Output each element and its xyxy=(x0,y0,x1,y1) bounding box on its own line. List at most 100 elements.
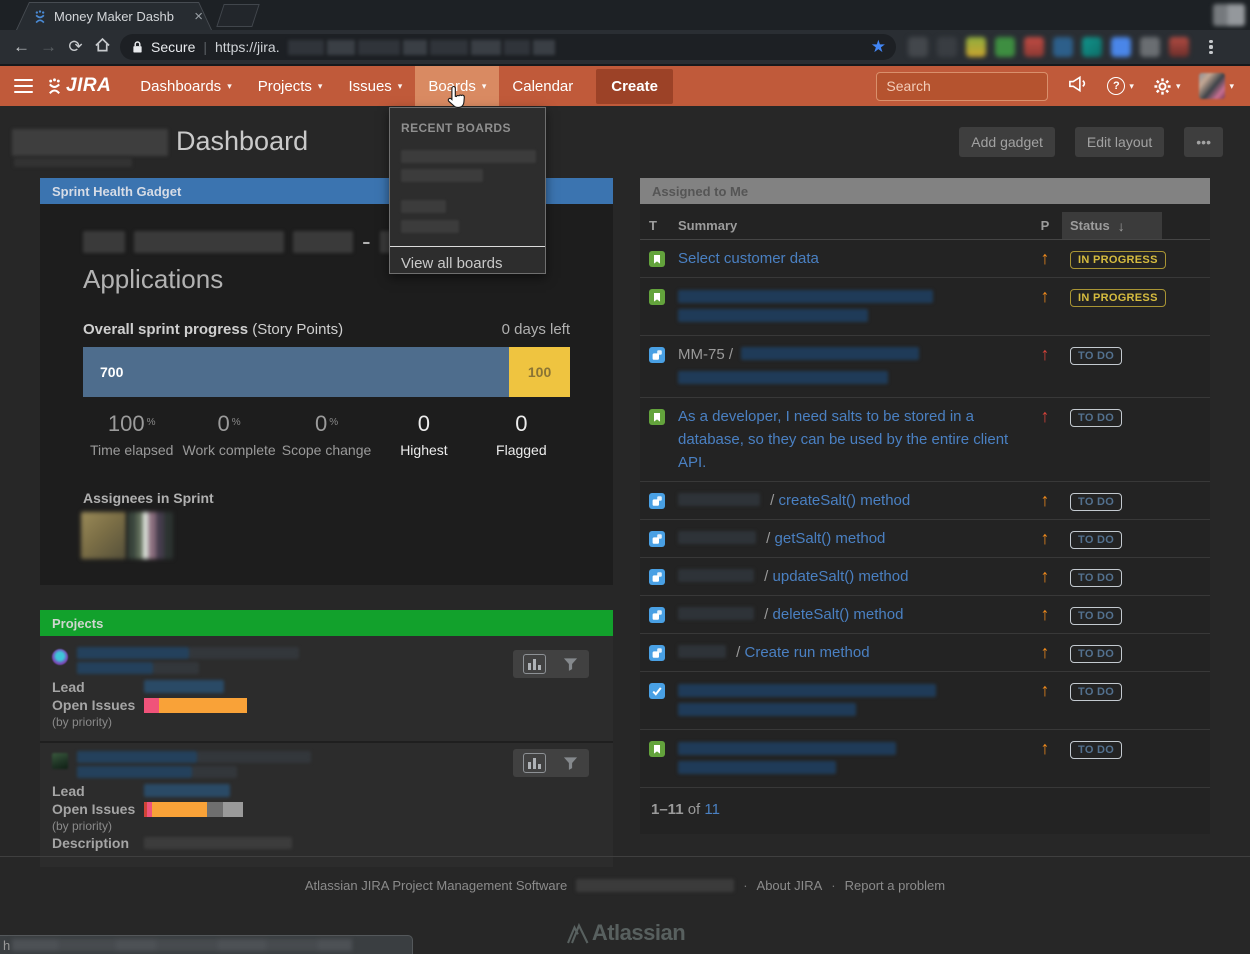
issue-link[interactable]: Select customer data xyxy=(678,250,819,267)
issue-summary: MM-75 / xyxy=(678,343,1028,390)
project-row: Lead Open Issues (by priority) Descripti… xyxy=(40,741,613,857)
extension-icon[interactable] xyxy=(1053,37,1073,57)
status-badge: TO DO xyxy=(1070,493,1122,511)
priority-up-icon: ↑ xyxy=(1028,248,1062,269)
profile-menu[interactable]: ▾ xyxy=(1199,73,1234,99)
nav-item-calendar[interactable]: Calendar xyxy=(499,66,586,106)
footer-text: Atlassian JIRA Project Management Softwa… xyxy=(305,878,567,893)
nav-item-dashboards[interactable]: Dashboards▾ xyxy=(127,66,244,106)
assigned-gadget-header[interactable]: Assigned to Me xyxy=(640,178,1210,204)
issue-link[interactable]: getSalt() method xyxy=(775,530,886,547)
avatar[interactable] xyxy=(81,512,126,559)
search-box[interactable] xyxy=(876,72,1048,101)
url-text: https://jira. xyxy=(215,39,280,55)
projects-gadget-header[interactable]: Projects xyxy=(40,610,613,636)
settings-menu[interactable]: ▾ xyxy=(1153,77,1181,96)
reload-button[interactable]: ⟳ xyxy=(62,37,89,57)
project-name-redacted[interactable] xyxy=(77,647,299,677)
issue-summary: As a developer, I need salts to be store… xyxy=(678,405,1028,474)
issue-key-text: / xyxy=(762,530,775,547)
nav-item-projects[interactable]: Projects▾ xyxy=(245,66,336,106)
dashboard-name-redacted xyxy=(12,129,168,156)
extension-icons xyxy=(908,37,1189,57)
stat-value: 0% xyxy=(278,411,375,437)
announcement-icon[interactable] xyxy=(1067,74,1088,98)
open-issues-bar[interactable] xyxy=(144,698,247,713)
address-bar[interactable]: Secure | https://jira. ★ xyxy=(120,34,896,60)
window-controls[interactable] xyxy=(1213,4,1245,26)
extension-icon[interactable] xyxy=(1111,37,1131,57)
avatar[interactable] xyxy=(128,512,173,559)
extension-icon[interactable] xyxy=(995,37,1015,57)
nav-item-issues[interactable]: Issues▾ xyxy=(335,66,415,106)
pagination-range: 1–11 xyxy=(651,801,684,818)
create-button[interactable]: Create xyxy=(596,69,673,104)
extension-icon[interactable] xyxy=(966,37,986,57)
stat-label: Highest xyxy=(375,441,472,460)
search-input[interactable] xyxy=(886,78,1067,94)
extension-icon[interactable] xyxy=(1169,37,1189,57)
column-type[interactable]: T xyxy=(640,212,678,239)
issue-row: / updateSalt() method↑TO DO xyxy=(640,558,1210,596)
home-button[interactable] xyxy=(89,37,116,58)
extension-icon[interactable] xyxy=(1082,37,1102,57)
extension-icon[interactable] xyxy=(908,37,928,57)
edit-layout-button[interactable]: Edit layout xyxy=(1075,127,1164,157)
nav-item-label: Projects xyxy=(258,78,312,95)
add-gadget-button[interactable]: Add gadget xyxy=(959,127,1055,157)
link-preview-statusbar: h xyxy=(0,935,413,954)
jira-logo[interactable]: JIRA xyxy=(46,75,111,97)
status-badge: TO DO xyxy=(1070,569,1122,587)
recent-board-item[interactable] xyxy=(401,200,446,213)
browser-tab[interactable]: Money Maker Dashb × xyxy=(16,2,212,30)
recent-board-item[interactable] xyxy=(401,220,459,233)
issue-link[interactable]: deleteSalt() method xyxy=(773,606,904,623)
forward-button[interactable]: → xyxy=(35,37,62,57)
view-all-boards-item[interactable]: View all boards xyxy=(390,247,545,280)
chevron-down-icon: ▾ xyxy=(398,81,403,92)
issue-link[interactable]: updateSalt() method xyxy=(773,568,909,585)
column-priority[interactable]: P xyxy=(1028,212,1062,239)
open-issues-bar[interactable] xyxy=(144,802,243,817)
pagination-total-link[interactable]: 11 xyxy=(704,801,720,818)
issue-row: As a developer, I need salts to be store… xyxy=(640,398,1210,482)
story-icon xyxy=(649,741,665,757)
projects-gadget: Projects Lead Open Issues (by priority) xyxy=(40,610,613,867)
pagination: 1–11 of 11 xyxy=(640,788,1210,834)
extension-icon[interactable] xyxy=(1024,37,1044,57)
status-badge: TO DO xyxy=(1070,409,1122,427)
status-badge: TO DO xyxy=(1070,741,1122,759)
issue-type-cell xyxy=(640,285,678,305)
issue-link[interactable]: createSalt() method xyxy=(779,492,911,509)
issue-row: ↑TO DO xyxy=(640,730,1210,788)
project-gadget-tools xyxy=(513,650,589,678)
issue-link[interactable]: Create run method xyxy=(745,644,870,661)
issue-type-cell xyxy=(640,405,678,425)
new-tab-button[interactable] xyxy=(216,4,259,27)
status-badge: TO DO xyxy=(1070,645,1122,663)
back-button[interactable]: ← xyxy=(8,37,35,57)
tab-close-icon[interactable]: × xyxy=(194,9,203,24)
app-switcher-icon[interactable] xyxy=(14,76,33,97)
browser-menu-icon[interactable] xyxy=(1201,40,1221,55)
more-options-button[interactable]: ••• xyxy=(1184,127,1223,157)
priority-up-icon: ↑ xyxy=(1028,604,1062,625)
help-menu[interactable]: ? ▾ xyxy=(1107,77,1134,95)
issue-status-cell: IN PROGRESS xyxy=(1062,288,1210,307)
report-problem-link[interactable]: Report a problem xyxy=(845,878,945,893)
project-name-redacted[interactable] xyxy=(77,751,311,781)
filter-icon[interactable] xyxy=(562,656,579,672)
column-status[interactable]: Status ↓ xyxy=(1062,212,1162,239)
filter-icon[interactable] xyxy=(562,755,579,771)
recent-board-item[interactable] xyxy=(401,150,536,163)
issue-summary-redacted xyxy=(678,290,933,303)
chart-icon[interactable] xyxy=(523,753,546,773)
about-jira-link[interactable]: About JIRA xyxy=(757,878,823,893)
bookmark-star-icon[interactable]: ★ xyxy=(871,37,886,57)
recent-board-item[interactable] xyxy=(401,169,483,182)
extension-icon[interactable] xyxy=(1140,37,1160,57)
issue-link[interactable]: As a developer, I need salts to be store… xyxy=(678,408,1008,471)
chart-icon[interactable] xyxy=(523,654,546,674)
column-summary[interactable]: Summary xyxy=(678,212,1028,239)
extension-icon[interactable] xyxy=(937,37,957,57)
